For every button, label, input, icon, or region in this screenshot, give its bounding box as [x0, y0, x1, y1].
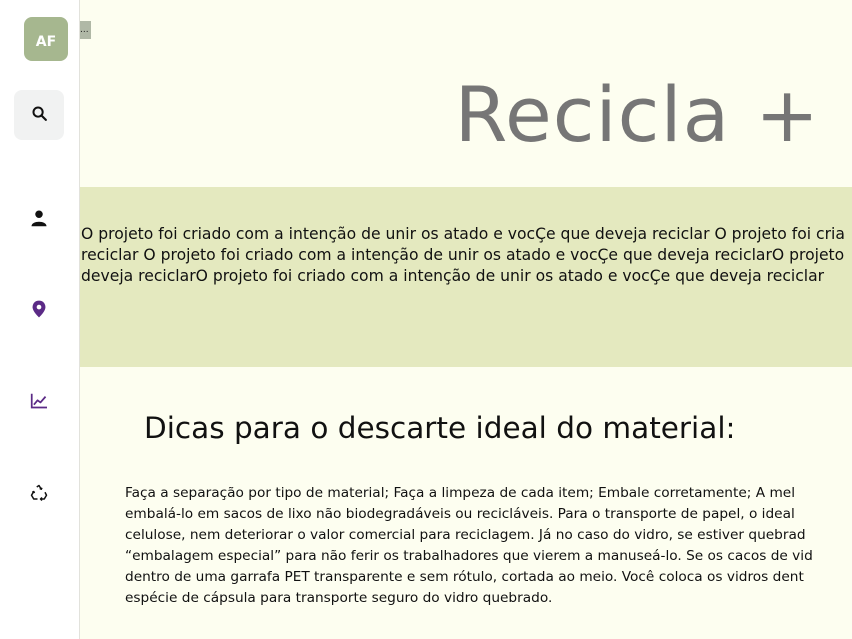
tips-line: celulose, nem deteriorar o valor comerci…	[125, 527, 806, 543]
tips-paragraph: Faça a separação por tipo de material; F…	[125, 483, 852, 609]
tips-line: embalá-lo em sacos de lixo não biodegrad…	[125, 506, 795, 522]
page-title: Recicla +	[454, 70, 820, 159]
intro-line: O projeto foi criado com a intenção de u…	[81, 225, 845, 243]
profile-nav-item[interactable]	[24, 205, 54, 235]
recycle-nav-item[interactable]	[24, 480, 54, 510]
broken-image: ...	[80, 21, 91, 39]
intro-paragraph: O projeto foi criado com a intenção de u…	[81, 224, 852, 287]
main-content: ... Recicla + O projeto foi criado com a…	[80, 0, 852, 639]
intro-line: reciclar O projeto foi criado com a inte…	[81, 246, 845, 264]
intro-line: deveja reciclarO projeto foi criado com …	[81, 267, 825, 285]
map-nav-item[interactable]	[24, 296, 54, 326]
user-icon	[30, 209, 48, 231]
search-icon	[31, 105, 48, 126]
recycle-icon	[30, 484, 48, 506]
chart-line-icon	[30, 393, 48, 413]
search-button[interactable]	[14, 90, 64, 140]
avatar[interactable]: AF	[24, 17, 68, 61]
tips-line: “embalagem especial” para não ferir os t…	[125, 548, 813, 564]
map-pin-icon	[31, 300, 47, 322]
intro-section: O projeto foi criado com a intenção de u…	[80, 187, 852, 367]
tips-line: dentro de uma garrafa PET transparente e…	[125, 569, 804, 585]
tips-line: Faça a separação por tipo de material; F…	[125, 485, 795, 501]
tips-heading: Dicas para o descarte ideal do material:	[144, 411, 736, 445]
stats-nav-item[interactable]	[24, 388, 54, 418]
tips-line: espécie de cápsula para transporte segur…	[125, 590, 553, 606]
sidebar: AF	[0, 0, 80, 639]
